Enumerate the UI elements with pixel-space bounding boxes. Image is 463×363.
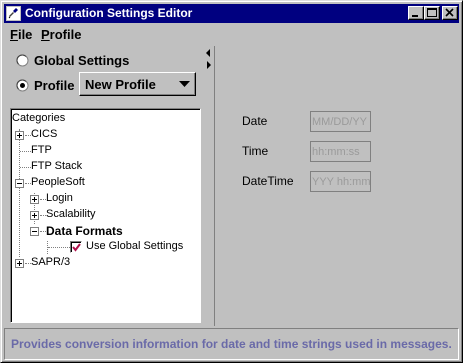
expand-plus-icon[interactable] bbox=[30, 211, 39, 220]
tree-item-ftp-stack[interactable]: FTP Stack bbox=[11, 159, 131, 175]
global-settings-label: Global Settings bbox=[34, 53, 130, 68]
profile-radio[interactable] bbox=[16, 79, 29, 92]
tree-item-data-formats[interactable]: Data Formats bbox=[11, 223, 171, 239]
split-pane-divider[interactable] bbox=[204, 46, 213, 326]
minimize-button[interactable] bbox=[408, 6, 424, 20]
app-window: Configuration Settings Editor File Profi… bbox=[0, 0, 463, 363]
tree-item-label: FTP bbox=[31, 144, 52, 156]
close-button[interactable] bbox=[442, 6, 458, 20]
collapse-minus-icon[interactable] bbox=[30, 227, 39, 236]
left-pane: Global Settings Profile New Profile Cate… bbox=[4, 46, 204, 326]
profile-select[interactable]: New Profile bbox=[79, 72, 196, 96]
collapse-arrows-icon[interactable] bbox=[204, 46, 213, 76]
datetime-format-input[interactable] bbox=[310, 171, 371, 192]
menu-bar: File Profile bbox=[4, 25, 459, 45]
date-format-input[interactable] bbox=[310, 111, 371, 132]
menu-profile[interactable]: Profile bbox=[41, 27, 81, 42]
menu-profile-accel: P bbox=[41, 27, 50, 42]
tree-item-label: CICS bbox=[31, 128, 58, 140]
tree-item-cics[interactable]: CICS bbox=[11, 127, 131, 143]
time-label: Time bbox=[242, 144, 269, 158]
datetime-label: DateTime bbox=[242, 174, 294, 188]
expand-plus-icon[interactable] bbox=[30, 195, 39, 204]
tree-item-label: Use Global Settings bbox=[86, 240, 184, 252]
use-global-settings-checkbox[interactable] bbox=[70, 241, 82, 253]
status-bar: Provides conversion information for date… bbox=[4, 328, 459, 360]
category-tree[interactable]: Categories CICS FTP FTP Stack PeopleSoft… bbox=[10, 108, 201, 323]
menu-file[interactable]: File bbox=[10, 27, 32, 42]
collapse-minus-icon[interactable] bbox=[15, 179, 24, 188]
tree-root-label: Categories bbox=[12, 112, 66, 124]
title-bar[interactable]: Configuration Settings Editor bbox=[4, 4, 459, 23]
date-label: Date bbox=[242, 114, 268, 128]
tree-line bbox=[20, 151, 31, 152]
tree-item-label: SAPR/3 bbox=[31, 256, 71, 268]
tree-item-label: Login bbox=[46, 192, 73, 204]
app-icon bbox=[6, 6, 21, 21]
settings-panel: Date Time DateTime bbox=[214, 46, 459, 326]
status-text: Provides conversion information for date… bbox=[11, 337, 452, 351]
tree-item-sapr3[interactable]: SAPR/3 bbox=[11, 255, 131, 271]
menu-profile-rest: rofile bbox=[49, 27, 82, 42]
tree-item-ftp[interactable]: FTP bbox=[11, 143, 131, 159]
tree-item-label: PeopleSoft bbox=[31, 176, 85, 188]
profile-label: Profile bbox=[34, 78, 75, 93]
chevron-down-icon bbox=[179, 81, 190, 87]
tree-item-label: Scalability bbox=[46, 208, 96, 220]
tree-item-label: Data Formats bbox=[46, 224, 123, 238]
menu-file-accel: F bbox=[10, 27, 18, 42]
maximize-button[interactable] bbox=[424, 6, 440, 20]
global-settings-radio[interactable] bbox=[16, 54, 29, 67]
time-format-input[interactable] bbox=[310, 141, 371, 162]
menu-file-rest: ile bbox=[17, 27, 33, 42]
tree-item-peoplesoft[interactable]: PeopleSoft bbox=[11, 175, 131, 191]
profile-select-value: New Profile bbox=[85, 77, 156, 92]
expand-plus-icon[interactable] bbox=[15, 131, 24, 140]
window-title: Configuration Settings Editor bbox=[25, 6, 193, 20]
expand-plus-icon[interactable] bbox=[15, 259, 24, 268]
tree-item-use-global-settings[interactable]: Use Global Settings bbox=[11, 239, 196, 255]
tree-line bbox=[20, 167, 31, 168]
tree-line bbox=[48, 247, 70, 248]
tree-item-login[interactable]: Login bbox=[11, 191, 151, 207]
tree-item-scalability[interactable]: Scalability bbox=[11, 207, 151, 223]
tree-item-label: FTP Stack bbox=[31, 160, 83, 172]
